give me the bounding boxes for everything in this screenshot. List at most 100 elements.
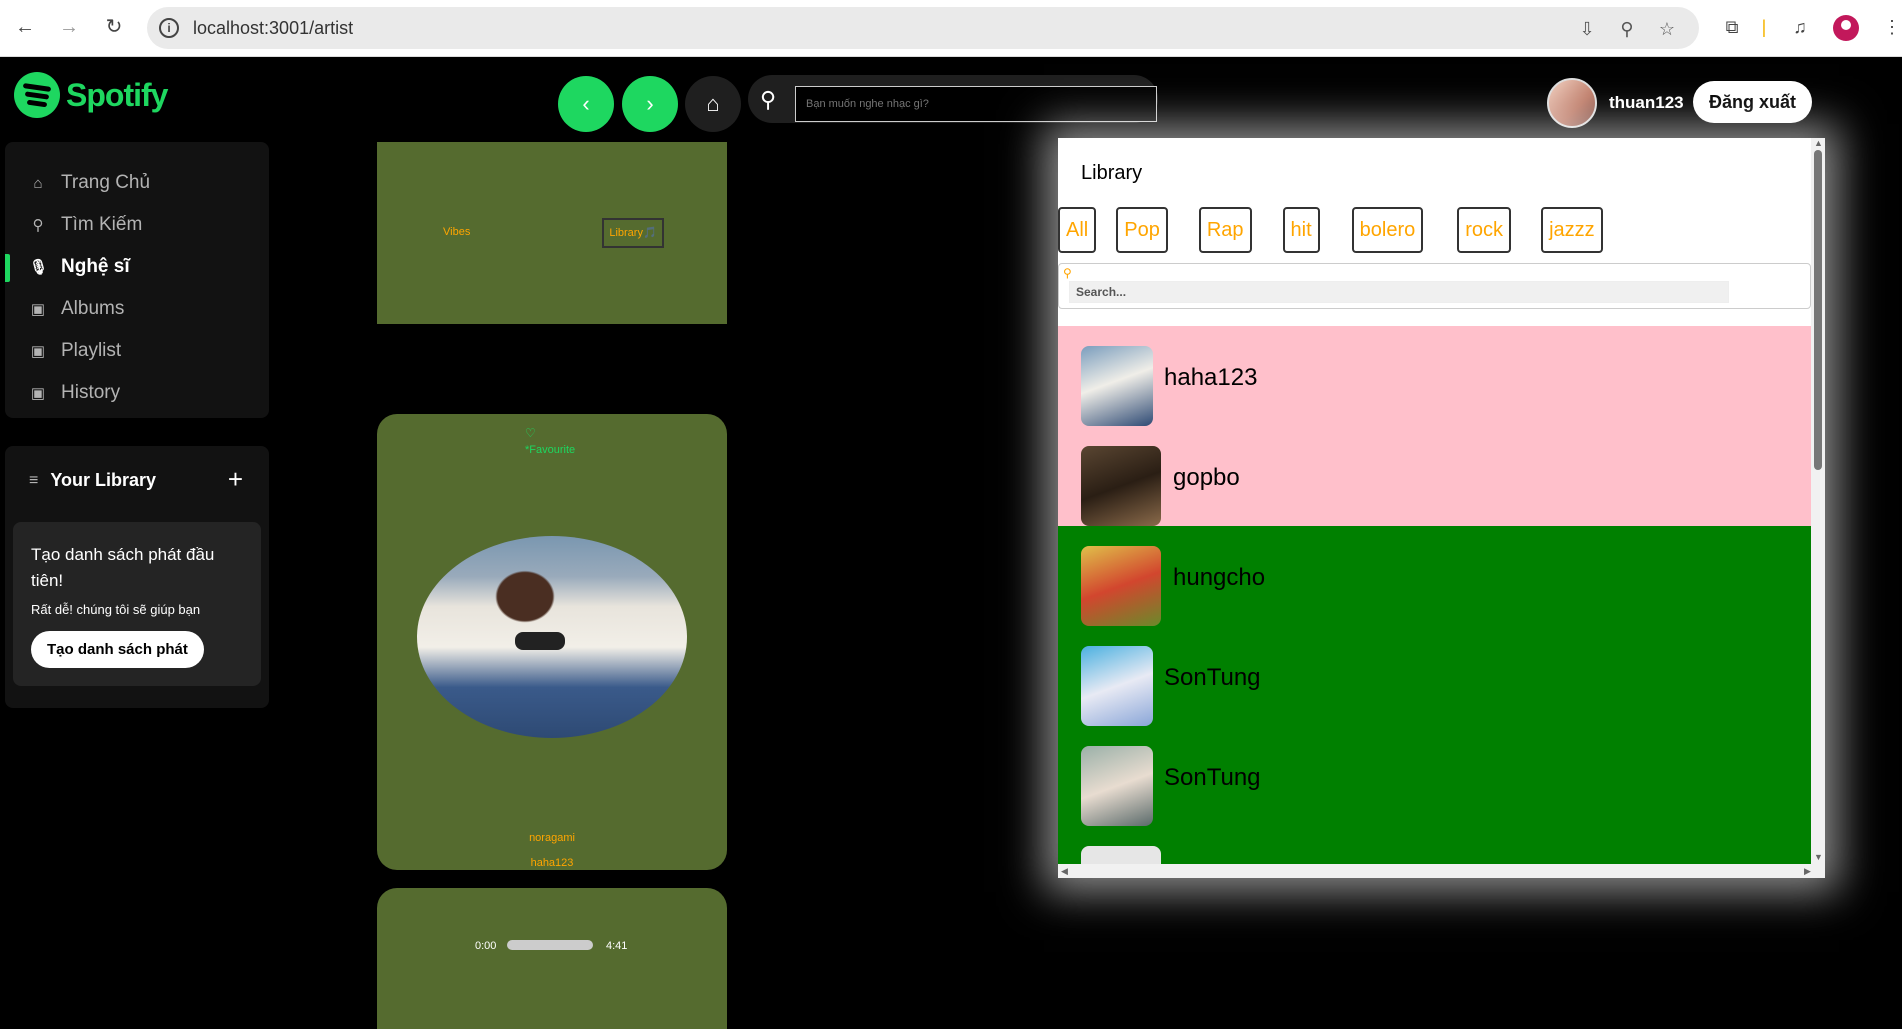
- card-title: Tạo danh sách phát đầu tiên!: [31, 545, 215, 590]
- artist-name: SonTung: [1164, 664, 1261, 691]
- horizontal-scrollbar[interactable]: ◀ ▶: [1058, 864, 1825, 878]
- filter-rap[interactable]: Rap: [1198, 207, 1252, 253]
- panel-search-input[interactable]: Search...: [1069, 281, 1729, 303]
- history-icon: ▣: [30, 385, 46, 402]
- list-item[interactable]: [1058, 826, 1811, 864]
- artist-thumbnail: [1081, 546, 1161, 626]
- zoom-icon[interactable]: ⚲: [1616, 18, 1638, 40]
- sidebar-item-search[interactable]: ⚲ Tìm Kiếm: [5, 204, 269, 246]
- filter-rock[interactable]: rock: [1457, 207, 1512, 253]
- forward-button[interactable]: ›: [622, 76, 678, 132]
- list-item[interactable]: haha123: [1058, 326, 1811, 426]
- sidebar-item-label: Tìm Kiếm: [61, 214, 143, 235]
- extensions-icon[interactable]: ⧉: [1720, 15, 1744, 39]
- search-input[interactable]: [795, 86, 1157, 122]
- url-text: localhost:3001/artist: [193, 18, 354, 38]
- filter-all[interactable]: All: [1058, 207, 1097, 253]
- sidebar-item-artists[interactable]: 🎙 Nghệ sĩ: [5, 246, 269, 288]
- sidebar-item-label: Playlist: [61, 340, 122, 361]
- scroll-down-icon[interactable]: ▼: [1814, 852, 1823, 862]
- avatar[interactable]: [1547, 78, 1597, 128]
- sidebar-item-albums[interactable]: ▣ Albums: [5, 288, 269, 330]
- card-subtitle: Rất dễ! chúng tôi sẽ giúp bạn: [31, 602, 201, 617]
- list-item[interactable]: hungcho: [1058, 526, 1811, 626]
- sidebar-item-label: Albums: [61, 298, 125, 319]
- back-icon[interactable]: ←: [12, 14, 38, 40]
- sidebar-item-playlist[interactable]: ▣ Playlist: [5, 330, 269, 372]
- list-item[interactable]: SonTung: [1058, 726, 1811, 826]
- vertical-scrollbar[interactable]: ▲ ▼: [1811, 138, 1825, 864]
- menu-icon[interactable]: ⋮: [1880, 15, 1902, 39]
- duration: 4:41: [606, 940, 628, 952]
- sidebar-item-label: Trang Chủ: [61, 172, 151, 193]
- address-bar[interactable]: i localhost:3001/artist ⇩ ⚲ ☆: [147, 7, 1699, 49]
- browser-toolbar: ← → ↻ i localhost:3001/artist ⇩ ⚲ ☆ ⧉ | …: [0, 0, 1902, 57]
- current-time: 0:00: [475, 940, 497, 952]
- chevron-right-icon: ›: [646, 91, 654, 116]
- artist-thumbnail: [1081, 446, 1161, 526]
- scroll-right-icon[interactable]: ▶: [1804, 866, 1811, 877]
- create-playlist-button[interactable]: Tạo danh sách phát: [31, 631, 204, 668]
- search-icon: ⚲: [32, 217, 44, 234]
- song-card[interactable]: ♡ *Favourite noragami haha123: [377, 414, 727, 870]
- list-item[interactable]: gopbo: [1058, 426, 1811, 526]
- scrollbar-thumb[interactable]: [1814, 150, 1822, 470]
- home-icon: ⌂: [33, 174, 43, 192]
- logout-button[interactable]: Đăng xuất: [1693, 81, 1813, 123]
- forward-icon[interactable]: →: [56, 14, 82, 40]
- user-profile[interactable]: thuan123: [1547, 78, 1684, 128]
- sidebar-item-history[interactable]: ▣ History: [5, 372, 269, 414]
- scroll-up-icon[interactable]: ▲: [1814, 138, 1823, 148]
- filter-jazzz[interactable]: jazzz: [1541, 207, 1603, 253]
- reload-icon[interactable]: ↻: [101, 14, 127, 40]
- username: thuan123: [1609, 93, 1684, 112]
- progress-slider[interactable]: [507, 940, 593, 950]
- artist-thumbnail: [1081, 846, 1161, 864]
- site-info-icon[interactable]: i: [159, 18, 179, 38]
- bookmark-star-icon[interactable]: ☆: [1656, 18, 1678, 40]
- song-artist: haha123: [530, 857, 574, 869]
- filter-pop[interactable]: Pop: [1116, 207, 1168, 253]
- sidebar-nav: ⌂ Trang Chủ ⚲ Tìm Kiếm 🎙 Nghệ sĩ ▣ Album…: [5, 142, 269, 418]
- filter-hit[interactable]: hit: [1282, 207, 1320, 253]
- library-icon: ≡: [29, 471, 39, 489]
- home-button[interactable]: ⌂: [685, 76, 741, 132]
- library-title: Your Library: [50, 470, 157, 490]
- back-button[interactable]: ‹: [558, 76, 614, 132]
- media-icon[interactable]: ♫: [1788, 15, 1812, 39]
- favourite-label[interactable]: *Favourite: [525, 444, 575, 456]
- list-item[interactable]: SonTung: [1058, 626, 1811, 726]
- song-cover-image: [417, 536, 687, 738]
- scroll-left-icon[interactable]: ◀: [1061, 866, 1068, 877]
- logo-text: Spotify: [66, 76, 168, 113]
- vibes-card: Vibes Library🎵: [377, 142, 727, 324]
- home-icon: ⌂: [706, 91, 720, 116]
- artist-thumbnail: [1081, 346, 1153, 426]
- artist-name: hungcho: [1173, 564, 1266, 591]
- library-panel: Library All Pop Rap hit bolero rock jazz…: [1058, 138, 1825, 878]
- app-root: Spotify ⌂ Trang Chủ ⚲ Tìm Kiếm 🎙 Nghệ sĩ…: [0, 58, 1902, 1029]
- add-playlist-icon[interactable]: +: [228, 464, 243, 495]
- microphone-icon: 🎙: [29, 259, 49, 276]
- divider-icon: |: [1761, 17, 1767, 37]
- panel-title: Library: [1081, 162, 1143, 184]
- your-library: ≡ Your Library + Tạo danh sách phát đầu …: [5, 446, 269, 708]
- sidebar-item-label: Nghệ sĩ: [61, 256, 130, 277]
- vibes-label[interactable]: Vibes: [443, 226, 470, 238]
- install-icon[interactable]: ⇩: [1576, 18, 1598, 40]
- search-icon: ⚲: [1063, 266, 1072, 280]
- search-icon: ⚲: [760, 87, 777, 112]
- filter-bolero[interactable]: bolero: [1351, 207, 1424, 253]
- heart-icon[interactable]: ♡: [525, 426, 536, 440]
- library-header[interactable]: ≡ Your Library: [29, 470, 249, 491]
- artist-list: haha123 gopbo hungcho SonTung SonTung: [1058, 326, 1811, 864]
- sidebar-item-home[interactable]: ⌂ Trang Chủ: [5, 162, 269, 204]
- artist-thumbnail: [1081, 746, 1153, 826]
- profile-avatar-icon[interactable]: [1833, 15, 1859, 41]
- spotify-logo[interactable]: Spotify: [14, 72, 168, 118]
- panel-search: ⚲ Search...: [1058, 263, 1811, 309]
- library-button[interactable]: Library🎵: [602, 218, 664, 248]
- create-playlist-card: Tạo danh sách phát đầu tiên! Rất dễ! chú…: [13, 522, 261, 686]
- artist-name: haha123: [1164, 364, 1258, 391]
- genre-filters: All Pop Rap hit bolero rock jazzz: [1058, 207, 1603, 253]
